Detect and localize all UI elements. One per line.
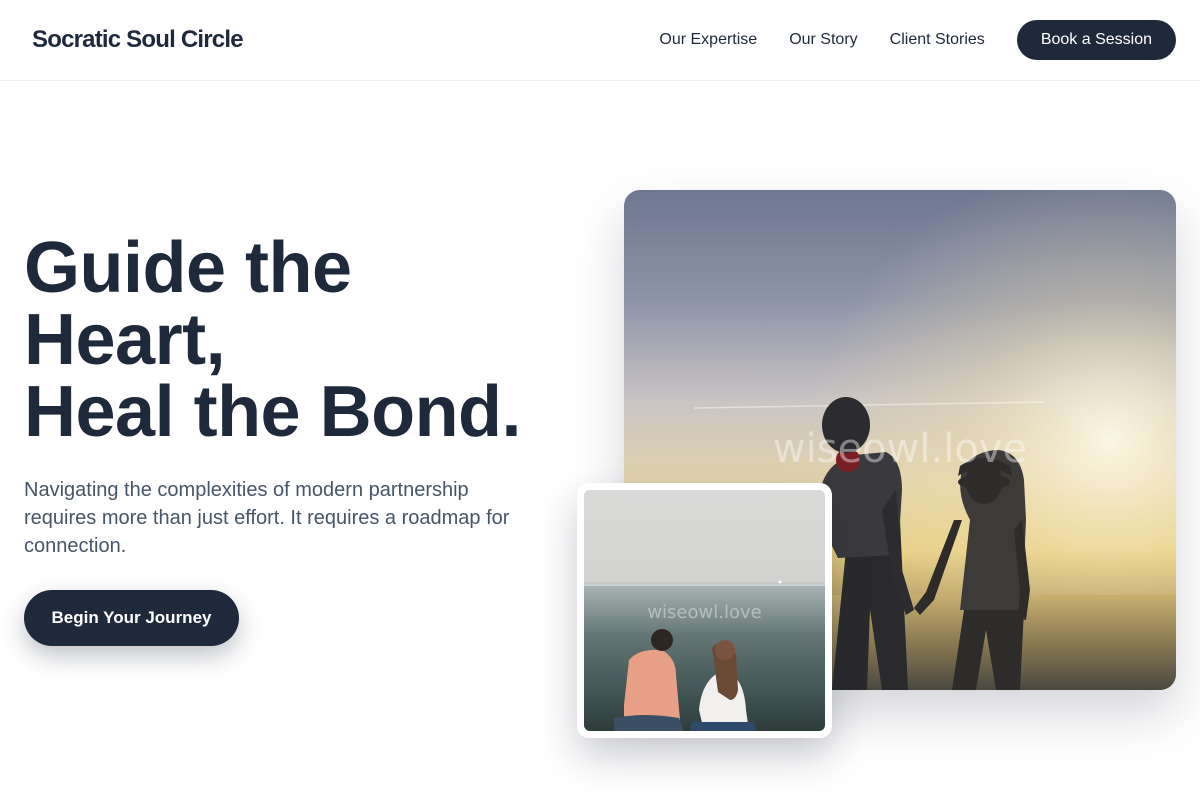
book-session-button[interactable]: Book a Session xyxy=(1016,20,1176,60)
nav-links: Our Expertise Our Story Client Stories B… xyxy=(659,20,1176,60)
headline-line-1: Guide the xyxy=(24,228,352,308)
image-watermark-small: wiseowl.love xyxy=(647,602,762,623)
image-watermark: wiseowl.love xyxy=(772,426,1028,472)
hero-text: Guide the Heart, Heal the Bond. Navigati… xyxy=(24,232,584,560)
nav-link-client-stories[interactable]: Client Stories xyxy=(890,31,985,49)
hero-headline: Guide the Heart, Heal the Bond. xyxy=(24,232,584,448)
headline-line-2: Heart, xyxy=(24,300,226,380)
hero-subtext: Navigating the complexities of modern pa… xyxy=(24,479,510,557)
brand-logo[interactable]: Socratic Soul Circle xyxy=(32,26,244,54)
secondary-photo-couple-seaside: wiseowl.love xyxy=(584,490,825,731)
headline-line-3: Heal the Bond. xyxy=(24,372,522,452)
nav-link-our-story[interactable]: Our Story xyxy=(789,31,857,49)
secondary-photo-frame: wiseowl.love xyxy=(577,483,832,738)
begin-journey-button[interactable]: Begin Your Journey xyxy=(24,590,239,646)
top-navigation: Socratic Soul Circle Our Expertise Our S… xyxy=(0,0,1200,81)
nav-link-our-expertise[interactable]: Our Expertise xyxy=(659,31,757,49)
